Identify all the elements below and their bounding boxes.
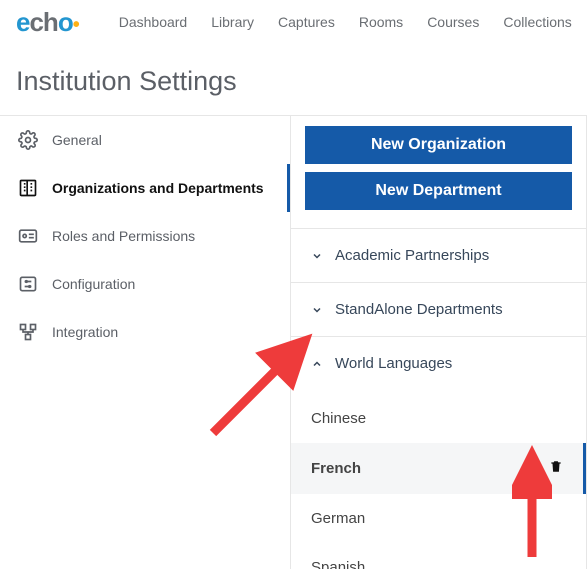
sidebar-item-label: Roles and Permissions — [52, 228, 195, 244]
nav-captures[interactable]: Captures — [278, 14, 335, 30]
org-header-world-languages[interactable]: World Languages — [291, 337, 586, 390]
org-header-standalone[interactable]: StandAlone Departments — [291, 283, 586, 336]
org-label: Academic Partnerships — [335, 247, 489, 264]
dept-label: German — [311, 510, 365, 527]
org-header-academic-partnerships[interactable]: Academic Partnerships — [291, 229, 586, 282]
sidebar-item-integration[interactable]: Integration — [0, 308, 290, 356]
gear-icon — [18, 130, 38, 150]
sidebar-item-label: General — [52, 132, 102, 148]
sidebar-item-configuration[interactable]: Configuration — [0, 260, 290, 308]
sidebar-item-organizations[interactable]: Organizations and Departments — [0, 164, 290, 212]
org-label: World Languages — [335, 355, 452, 372]
chevron-down-icon — [311, 250, 323, 262]
sidebar-item-label: Configuration — [52, 276, 135, 292]
new-department-button[interactable]: New Department — [305, 172, 572, 210]
trash-icon[interactable] — [549, 459, 563, 478]
new-organization-button[interactable]: New Organization — [305, 126, 572, 164]
dept-row[interactable]: Chinese — [291, 394, 586, 443]
sidebar-item-label: Organizations and Departments — [52, 180, 264, 196]
sidebar-item-roles[interactable]: Roles and Permissions — [0, 212, 290, 260]
dept-label: Chinese — [311, 410, 366, 427]
org-label: StandAlone Departments — [335, 301, 503, 318]
sidebar-item-label: Integration — [52, 324, 118, 340]
nav-library[interactable]: Library — [211, 14, 254, 30]
nav-courses[interactable]: Courses — [427, 14, 479, 30]
dept-row[interactable]: Spanish — [291, 543, 586, 569]
nav-rooms[interactable]: Rooms — [359, 14, 403, 30]
nav-collections[interactable]: Collections — [503, 14, 571, 30]
sliders-icon — [18, 274, 38, 294]
dept-row[interactable]: German — [291, 494, 586, 543]
id-card-icon — [18, 226, 38, 246]
connection-icon — [18, 322, 38, 342]
nav-dashboard[interactable]: Dashboard — [119, 14, 188, 30]
building-icon — [18, 178, 38, 198]
dept-label: French — [311, 460, 361, 477]
sidebar-item-general[interactable]: General — [0, 116, 290, 164]
edit-icon[interactable] — [520, 459, 535, 478]
page-title: Institution Settings — [0, 44, 587, 115]
chevron-down-icon — [311, 304, 323, 316]
top-nav: Dashboard Library Captures Rooms Courses… — [119, 14, 572, 30]
dept-row[interactable]: French — [291, 443, 586, 494]
chevron-up-icon — [311, 358, 323, 370]
logo[interactable]: echo• — [16, 7, 79, 38]
settings-sidebar: General Organizations and Departments Ro… — [0, 116, 290, 569]
org-panel: New Organization New Department Academic… — [290, 116, 587, 569]
